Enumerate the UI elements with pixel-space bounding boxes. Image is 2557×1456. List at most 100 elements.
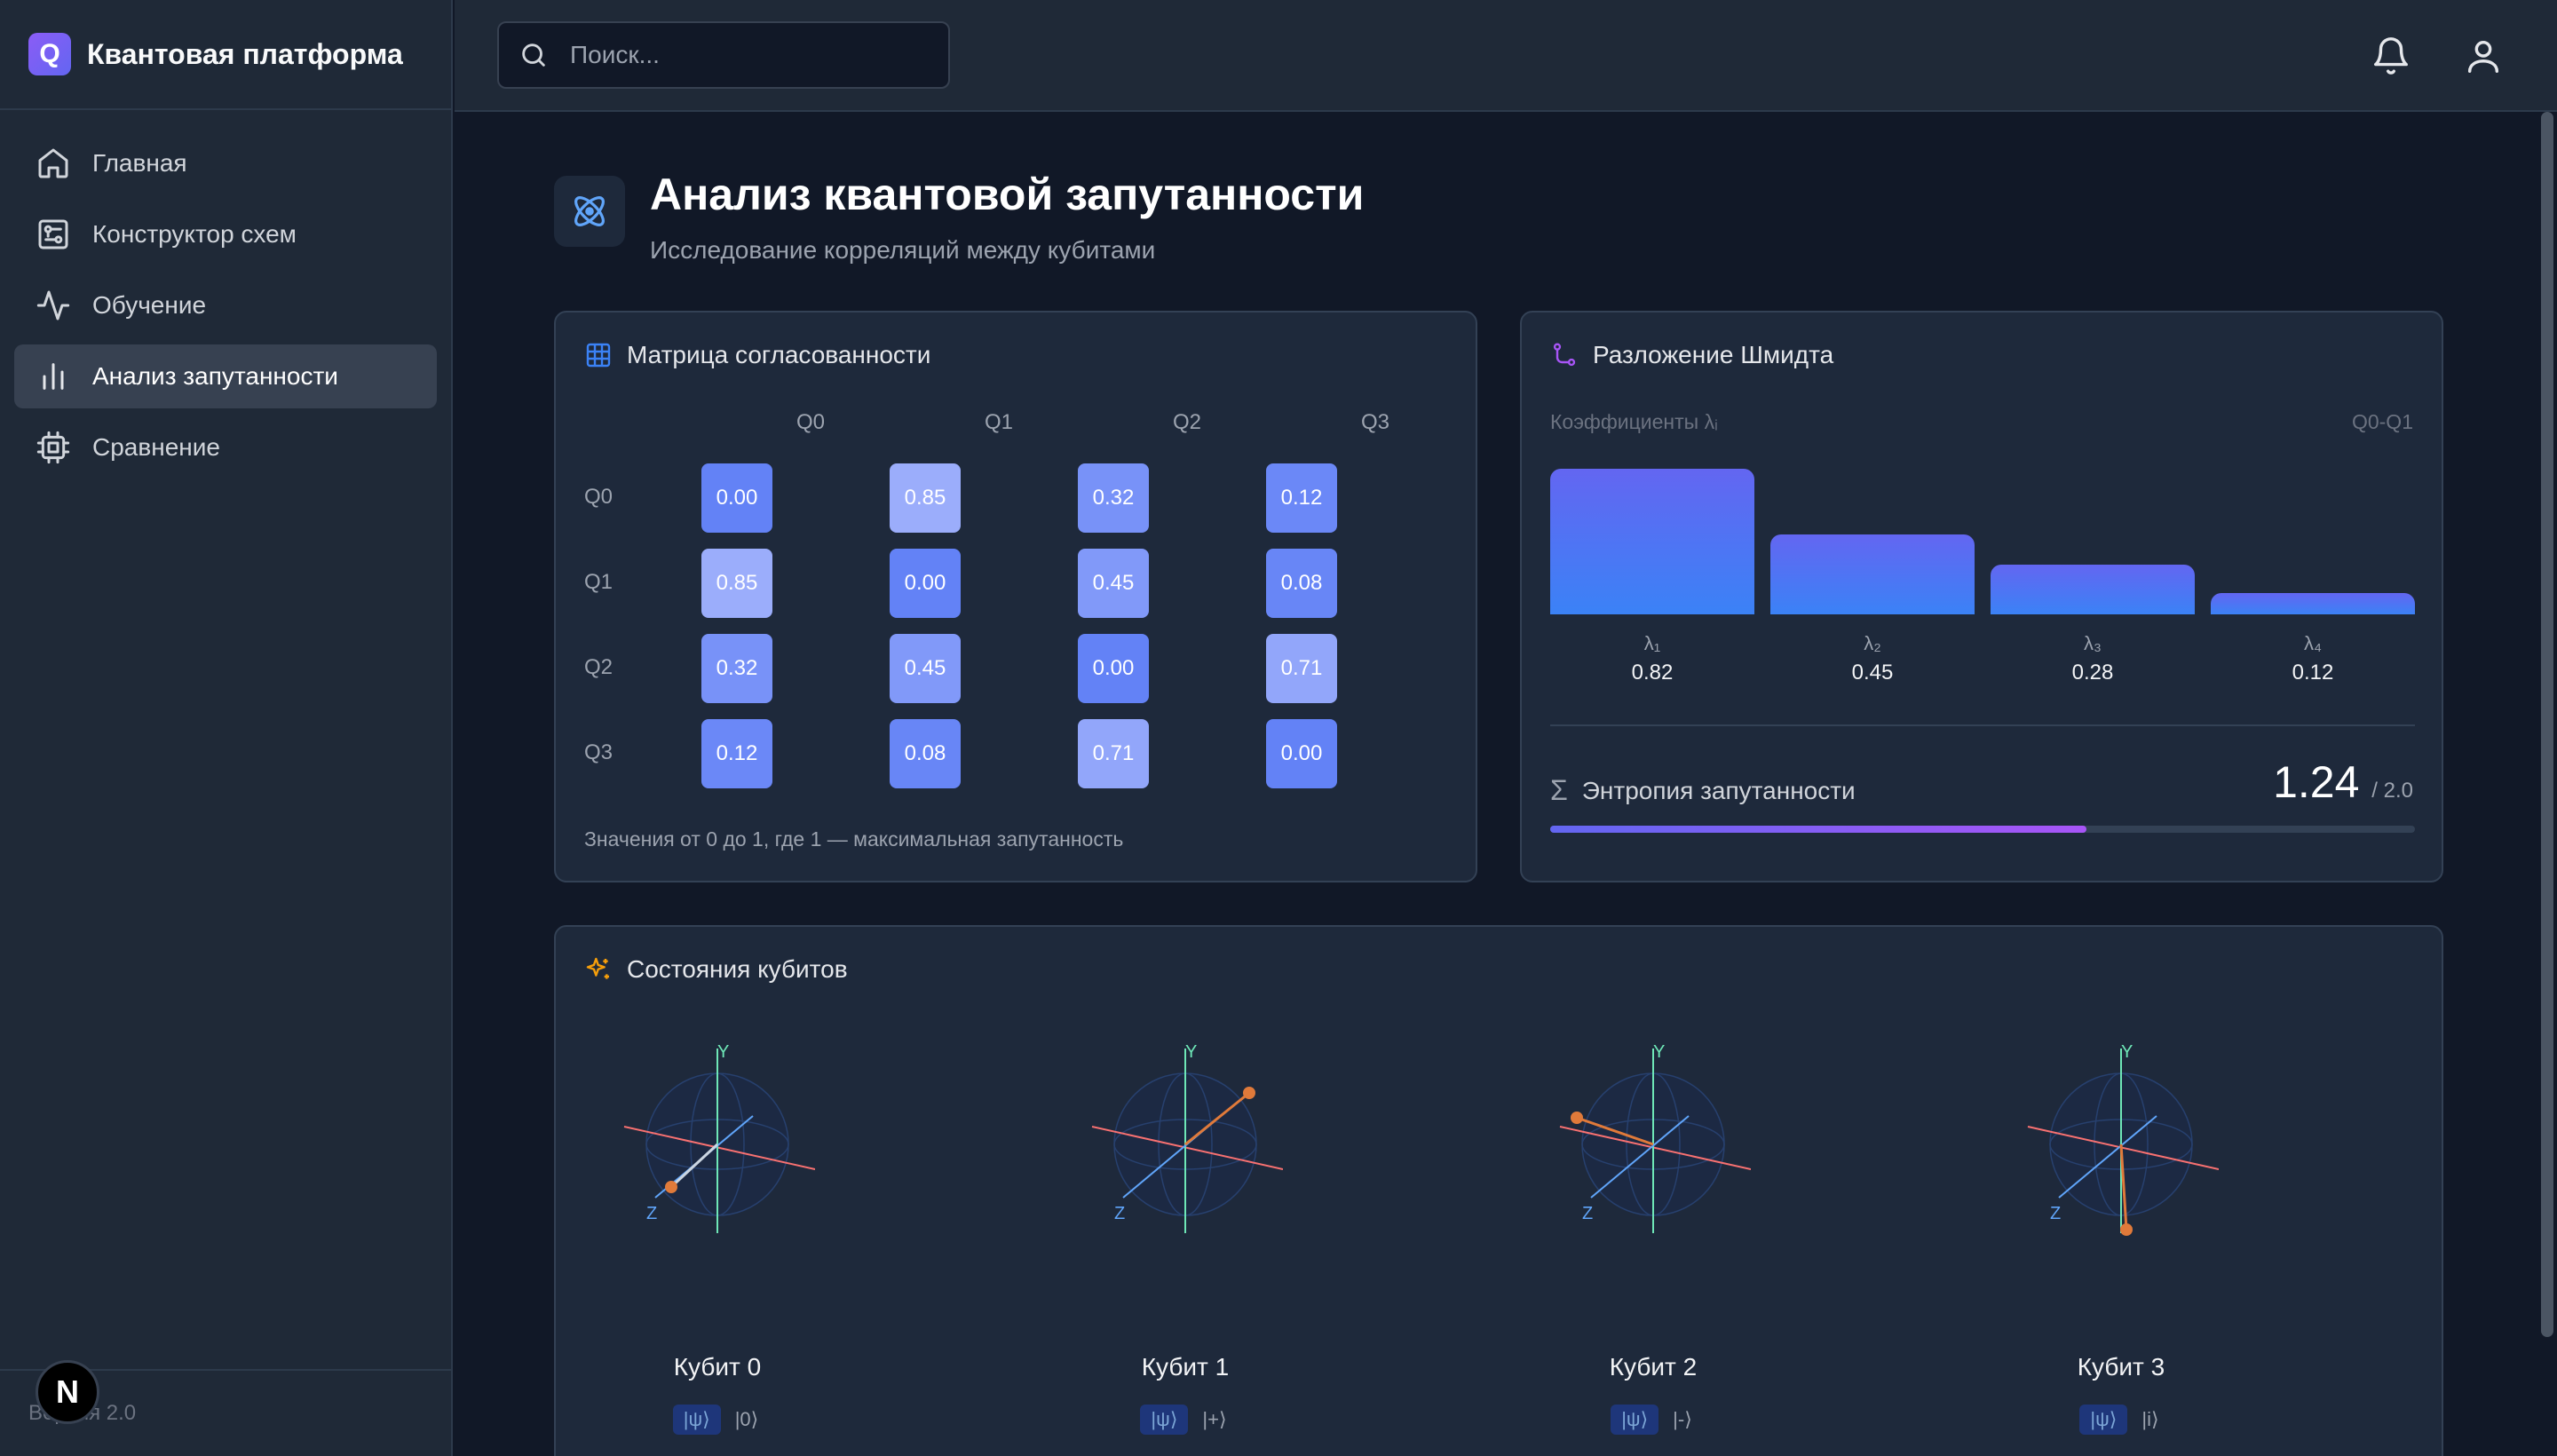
card-title: Матрица согласованности: [584, 341, 930, 369]
y-axis-label: Y: [1185, 1042, 1197, 1062]
qubit-panel[interactable]: YZ Кубит 0 |ψ⟩ |0⟩: [584, 1042, 851, 1435]
activity-icon: [36, 290, 70, 320]
sidebar-item-circuit-builder[interactable]: Конструктор схем: [14, 202, 437, 266]
matrix-cell[interactable]: 0.85: [701, 549, 772, 618]
atom-icon: [574, 196, 605, 226]
qubit-tags: |ψ⟩ |0⟩: [584, 1405, 851, 1435]
matrix-cell[interactable]: 0.85: [890, 463, 961, 533]
git-branch-icon: [1553, 343, 1576, 367]
matrix-row-label: Q1: [584, 570, 614, 594]
schmidt-title: Разложение Шмидта: [1593, 341, 1834, 368]
psi-badge: |ψ⟩: [2079, 1405, 2128, 1435]
schmidt-bar: [2211, 593, 2415, 614]
lambda-value: 0.82: [1631, 661, 1674, 684]
z-axis-label: Z: [1582, 1204, 1593, 1223]
qubit-states-card: Состояния кубитов YZ Кубит 0 |ψ⟩ |0⟩ YZ …: [554, 925, 2443, 1456]
page-title: Анализ квантовой запутанности: [650, 170, 1365, 219]
matrix-cell[interactable]: 0.12: [701, 719, 772, 788]
qubit-panel[interactable]: YZ Кубит 2 |ψ⟩ |-⟩: [1520, 1042, 1786, 1435]
main-scrollbar[interactable]: [2541, 112, 2553, 1337]
coefficients-label: Коэффициенты λᵢ: [1550, 410, 1718, 433]
qubit-pair-label: Q0-Q1: [2351, 410, 2413, 433]
schmidt-decomposition-card: Разложение Шмидта Коэффициенты λᵢ Q0-Q1 …: [1520, 311, 2443, 882]
matrix-cell[interactable]: 0.45: [1078, 549, 1149, 618]
psi-badge: |ψ⟩: [1140, 1405, 1189, 1435]
y-axis-label: Y: [2121, 1042, 2133, 1062]
psi-badge: |ψ⟩: [1611, 1405, 1659, 1435]
sigma-icon: Σ: [1550, 774, 1568, 806]
lambda-label: λ₁: [1643, 632, 1661, 654]
search-input[interactable]: [570, 41, 925, 69]
card-title: Разложение Шмидта: [1550, 341, 1833, 369]
matrix-row-label: Q2: [584, 655, 614, 679]
matrix-cell[interactable]: 0.45: [890, 634, 961, 703]
qubit-tags: |ψ⟩ |+⟩: [1052, 1405, 1318, 1435]
circuit-icon: [38, 219, 68, 249]
bell-icon[interactable]: [2371, 36, 2411, 76]
matrix-cell[interactable]: 0.71: [1078, 719, 1149, 788]
sidebar-item-comparison[interactable]: Сравнение: [14, 415, 437, 479]
sparkles-icon: [586, 957, 609, 979]
schmidt-bar: [1770, 534, 1975, 614]
matrix-cell[interactable]: 0.32: [701, 634, 772, 703]
qubit-name: Кубит 0: [673, 1353, 762, 1381]
entropy-value-row: 1.24 / 2.0: [2273, 756, 2413, 808]
search-box[interactable]: [497, 21, 950, 89]
y-axis-label: Y: [1653, 1042, 1665, 1062]
brand[interactable]: Q Квантовая платформа: [0, 0, 451, 110]
card-title: Состояния кубитов: [584, 955, 848, 984]
state-label: |0⟩: [734, 1408, 759, 1430]
matrix-cell[interactable]: 0.00: [1266, 719, 1337, 788]
matrix-cell[interactable]: 0.12: [1266, 463, 1337, 533]
qubit-name: Кубит 2: [1609, 1353, 1698, 1381]
dev-tools-badge[interactable]: N: [36, 1360, 99, 1424]
z-axis-label: Z: [646, 1204, 657, 1223]
sidebar-item-home[interactable]: Главная: [14, 131, 437, 195]
sidebar-item-label: Сравнение: [92, 433, 220, 461]
schmidt-bar: [1550, 469, 1754, 614]
qubit-tags: |ψ⟩ |-⟩: [1520, 1405, 1786, 1435]
user-icon[interactable]: [2463, 36, 2504, 76]
matrix-cell[interactable]: 0.00: [701, 463, 772, 533]
lambda-value: 0.12: [2292, 661, 2334, 684]
matrix-row-label: Q0: [584, 485, 614, 509]
matrix-note: Значения от 0 до 1, где 1 — максимальная…: [584, 827, 1124, 851]
matrix-cell[interactable]: 0.00: [890, 549, 961, 618]
qubit-panel[interactable]: YZ Кубит 3 |ψ⟩ |i⟩: [1988, 1042, 2254, 1435]
entropy-value: 1.24: [2273, 757, 2360, 807]
brand-name: Квантовая платформа: [87, 37, 403, 70]
entropy-progress-track: [1550, 826, 2415, 833]
sidebar-item-learning[interactable]: Обучение: [14, 273, 437, 337]
lambda-label: λ₄: [2304, 632, 2322, 654]
matrix-cell[interactable]: 0.08: [1266, 549, 1337, 618]
page-header: Анализ квантовой запутанности Исследован…: [554, 169, 1364, 265]
entropy-label: Энтропия запутанности: [1581, 776, 1856, 804]
z-axis-label: Z: [1114, 1204, 1125, 1223]
z-axis-label: Z: [2050, 1204, 2061, 1223]
matrix-cell[interactable]: 0.00: [1078, 634, 1149, 703]
bar-chart-icon: [43, 363, 64, 390]
bloch-sphere: YZ: [2027, 1042, 2219, 1236]
divider: [1550, 724, 2415, 726]
qubit-panel[interactable]: YZ Кубит 1 |ψ⟩ |+⟩: [1052, 1042, 1318, 1435]
state-label: |+⟩: [1202, 1408, 1227, 1430]
sidebar-item-label: Обучение: [92, 291, 207, 319]
y-axis-label: Y: [717, 1042, 729, 1062]
bloch-sphere: YZ: [1559, 1042, 1751, 1233]
matrix-cell[interactable]: 0.32: [1078, 463, 1149, 533]
bloch-sphere: YZ: [1091, 1042, 1283, 1233]
matrix-cell[interactable]: 0.71: [1266, 634, 1337, 703]
sidebar-item-label: Главная: [92, 149, 187, 177]
bloch-sphere: YZ: [623, 1042, 815, 1233]
matrix-cell[interactable]: 0.08: [890, 719, 961, 788]
home-icon: [38, 148, 68, 178]
matrix-col-label: Q0: [796, 410, 825, 434]
schmidt-bar-chart: [1550, 463, 2415, 614]
coherence-matrix-card: Матрица согласованности Q0 Q1 Q2 Q3 Q0 Q…: [554, 311, 1477, 882]
sidebar-item-entanglement-analysis[interactable]: Анализ запутанности: [14, 344, 437, 408]
top-header: [455, 0, 2557, 112]
sidebar-item-label: Конструктор схем: [92, 220, 297, 248]
psi-badge: |ψ⟩: [672, 1405, 721, 1435]
cpu-icon: [36, 431, 70, 464]
lambda-value: 0.45: [1851, 661, 1894, 684]
